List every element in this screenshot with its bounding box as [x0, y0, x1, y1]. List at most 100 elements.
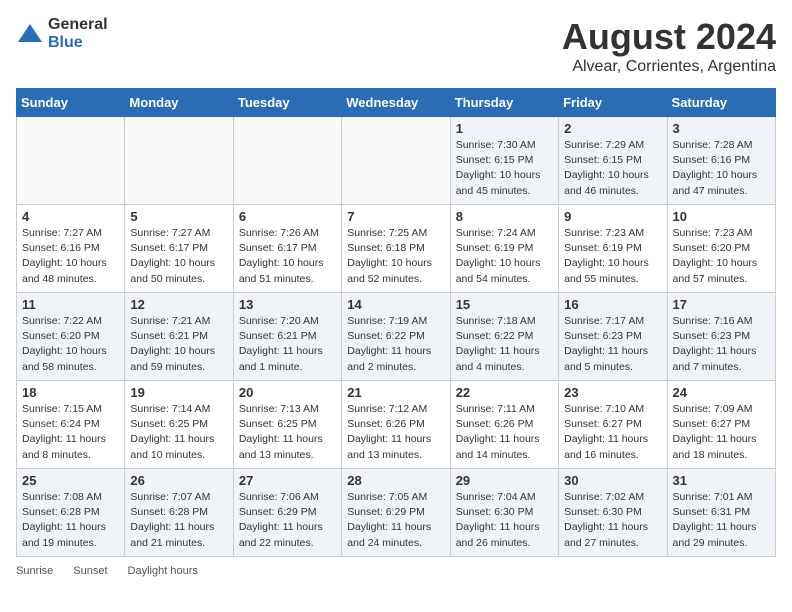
day-number: 9	[564, 209, 661, 224]
day-info: Sunrise: 7:22 AMSunset: 6:20 PMDaylight:…	[22, 314, 119, 375]
day-number: 10	[673, 209, 770, 224]
day-number: 24	[673, 385, 770, 400]
day-info: Sunrise: 7:29 AMSunset: 6:15 PMDaylight:…	[564, 138, 661, 199]
calendar-cell: 5 Sunrise: 7:27 AMSunset: 6:17 PMDaylight…	[125, 205, 233, 293]
calendar-cell: 2Sunrise: 7:29 AMSunset: 6:15 PMDaylight…	[559, 117, 667, 205]
calendar-cell: 17Sunrise: 7:16 AMSunset: 6:23 PMDayligh…	[667, 293, 775, 381]
day-info: Sunrise: 7:04 AMSunset: 6:30 PMDaylight:…	[456, 490, 553, 551]
calendar-cell: 12Sunrise: 7:21 AMSunset: 6:21 PMDayligh…	[125, 293, 233, 381]
day-number: 12	[130, 297, 227, 312]
calendar-cell: 22 Sunrise: 7:11 AMSunset: 6:26 PMDayligh…	[450, 381, 558, 469]
day-number: 5	[130, 209, 227, 224]
day-info: Sunrise: 7:18 AMSunset: 6:22 PMDaylight:…	[456, 314, 553, 375]
day-info: Sunrise: 7:02 AMSunset: 6:30 PMDaylight:…	[564, 490, 661, 551]
day-info: Sunrise: 7:14 AMSunset: 6:25 PMDaylight:…	[130, 402, 227, 463]
logo-icon	[16, 20, 44, 48]
header: General Blue August 2024 Alvear, Corrien…	[16, 16, 776, 76]
day-info: Sunrise: 7:01 AMSunset: 6:31 PMDaylight:…	[673, 490, 770, 551]
day-number: 20	[239, 385, 336, 400]
calendar-cell: 7Sunrise: 7:25 AMSunset: 6:18 PMDaylight…	[342, 205, 450, 293]
day-number: 28	[347, 473, 444, 488]
day-number: 18	[22, 385, 119, 400]
calendar-cell: 8 Sunrise: 7:24 AMSunset: 6:19 PMDaylight…	[450, 205, 558, 293]
calendar-cell: 18 Sunrise: 7:15 AMSunset: 6:24 PMDayligh…	[17, 381, 125, 469]
day-number: 6	[239, 209, 336, 224]
day-info: Sunrise: 7:28 AMSunset: 6:16 PMDaylight:…	[673, 138, 770, 199]
header-row: Sunday Monday Tuesday Wednesday Thursday…	[17, 89, 776, 117]
calendar-cell: 24 Sunrise: 7:09 AMSunset: 6:27 PMDayligh…	[667, 381, 775, 469]
day-number: 1	[456, 121, 553, 136]
legend-sunset: Sunset	[73, 565, 107, 577]
day-number: 26	[130, 473, 227, 488]
calendar-cell: 23 Sunrise: 7:10 AMSunset: 6:27 PMDayligh…	[559, 381, 667, 469]
day-info: Sunrise: 7:13 AMSunset: 6:25 PMDaylight:…	[239, 402, 336, 463]
day-info: Sunrise: 7:09 AMSunset: 6:27 PMDaylight:…	[673, 402, 770, 463]
col-saturday: Saturday	[667, 89, 775, 117]
day-number: 3	[673, 121, 770, 136]
day-number: 25	[22, 473, 119, 488]
day-info: Sunrise: 7:19 AMSunset: 6:22 PMDaylight:…	[347, 314, 444, 375]
calendar-cell: 19Sunrise: 7:14 AMSunset: 6:25 PMDayligh…	[125, 381, 233, 469]
col-sunday: Sunday	[17, 89, 125, 117]
legend-area: Sunrise Sunset Daylight hours	[16, 565, 776, 577]
calendar-cell: 28 Sunrise: 7:05 AMSunset: 6:29 PMDayligh…	[342, 469, 450, 557]
week-row-5: 25 Sunrise: 7:08 AMSunset: 6:28 PMDayligh…	[17, 469, 776, 557]
calendar-cell	[17, 117, 125, 205]
day-number: 16	[564, 297, 661, 312]
day-info: Sunrise: 7:11 AMSunset: 6:26 PMDaylight:…	[456, 402, 553, 463]
day-info: Sunrise: 7:08 AMSunset: 6:28 PMDaylight:…	[22, 490, 119, 551]
calendar-cell: 29Sunrise: 7:04 AMSunset: 6:30 PMDayligh…	[450, 469, 558, 557]
logo-blue: Blue	[48, 34, 108, 52]
day-info: Sunrise: 7:27 AMSunset: 6:17 PMDaylight:…	[130, 226, 227, 287]
calendar-cell: 16Sunrise: 7:17 AMSunset: 6:23 PMDayligh…	[559, 293, 667, 381]
day-info: Sunrise: 7:15 AMSunset: 6:24 PMDaylight:…	[22, 402, 119, 463]
day-number: 22	[456, 385, 553, 400]
day-number: 31	[673, 473, 770, 488]
col-friday: Friday	[559, 89, 667, 117]
calendar-cell: 27Sunrise: 7:06 AMSunset: 6:29 PMDayligh…	[233, 469, 341, 557]
calendar-cell: 31 Sunrise: 7:01 AMSunset: 6:31 PMDayligh…	[667, 469, 775, 557]
week-row-2: 4 Sunrise: 7:27 AMSunset: 6:16 PMDaylight…	[17, 205, 776, 293]
calendar-cell: 21Sunrise: 7:12 AMSunset: 6:26 PMDayligh…	[342, 381, 450, 469]
day-number: 11	[22, 297, 119, 312]
legend-daylight: Daylight hours	[128, 565, 198, 577]
calendar-cell: 15 Sunrise: 7:18 AMSunset: 6:22 PMDayligh…	[450, 293, 558, 381]
col-thursday: Thursday	[450, 89, 558, 117]
logo: General Blue	[16, 16, 108, 51]
legend-sunrise: Sunrise	[16, 565, 53, 577]
logo-general: General	[48, 16, 108, 34]
day-info: Sunrise: 7:12 AMSunset: 6:26 PMDaylight:…	[347, 402, 444, 463]
week-row-3: 11 Sunrise: 7:22 AMSunset: 6:20 PMDayligh…	[17, 293, 776, 381]
calendar-cell	[125, 117, 233, 205]
calendar-cell: 4 Sunrise: 7:27 AMSunset: 6:16 PMDaylight…	[17, 205, 125, 293]
week-row-1: 1 Sunrise: 7:30 AMSunset: 6:15 PMDaylight…	[17, 117, 776, 205]
day-info: Sunrise: 7:24 AMSunset: 6:19 PMDaylight:…	[456, 226, 553, 287]
calendar-cell: 6 Sunrise: 7:26 AMSunset: 6:17 PMDaylight…	[233, 205, 341, 293]
day-info: Sunrise: 7:26 AMSunset: 6:17 PMDaylight:…	[239, 226, 336, 287]
day-number: 14	[347, 297, 444, 312]
day-info: Sunrise: 7:10 AMSunset: 6:27 PMDaylight:…	[564, 402, 661, 463]
col-tuesday: Tuesday	[233, 89, 341, 117]
calendar-cell: 3 Sunrise: 7:28 AMSunset: 6:16 PMDaylight…	[667, 117, 775, 205]
day-info: Sunrise: 7:23 AMSunset: 6:19 PMDaylight:…	[564, 226, 661, 287]
logo-text: General Blue	[48, 16, 108, 51]
calendar-cell: 30Sunrise: 7:02 AMSunset: 6:30 PMDayligh…	[559, 469, 667, 557]
day-info: Sunrise: 7:23 AMSunset: 6:20 PMDaylight:…	[673, 226, 770, 287]
calendar-cell	[342, 117, 450, 205]
calendar-cell: 14 Sunrise: 7:19 AMSunset: 6:22 PMDayligh…	[342, 293, 450, 381]
day-info: Sunrise: 7:05 AMSunset: 6:29 PMDaylight:…	[347, 490, 444, 551]
day-number: 4	[22, 209, 119, 224]
calendar-cell: 13Sunrise: 7:20 AMSunset: 6:21 PMDayligh…	[233, 293, 341, 381]
day-number: 8	[456, 209, 553, 224]
day-number: 7	[347, 209, 444, 224]
day-number: 23	[564, 385, 661, 400]
day-info: Sunrise: 7:27 AMSunset: 6:16 PMDaylight:…	[22, 226, 119, 287]
col-wednesday: Wednesday	[342, 89, 450, 117]
calendar-cell: 1 Sunrise: 7:30 AMSunset: 6:15 PMDaylight…	[450, 117, 558, 205]
calendar-cell: 26Sunrise: 7:07 AMSunset: 6:28 PMDayligh…	[125, 469, 233, 557]
calendar-cell: 25 Sunrise: 7:08 AMSunset: 6:28 PMDayligh…	[17, 469, 125, 557]
day-info: Sunrise: 7:30 AMSunset: 6:15 PMDaylight:…	[456, 138, 553, 199]
day-number: 15	[456, 297, 553, 312]
day-info: Sunrise: 7:06 AMSunset: 6:29 PMDaylight:…	[239, 490, 336, 551]
day-number: 17	[673, 297, 770, 312]
